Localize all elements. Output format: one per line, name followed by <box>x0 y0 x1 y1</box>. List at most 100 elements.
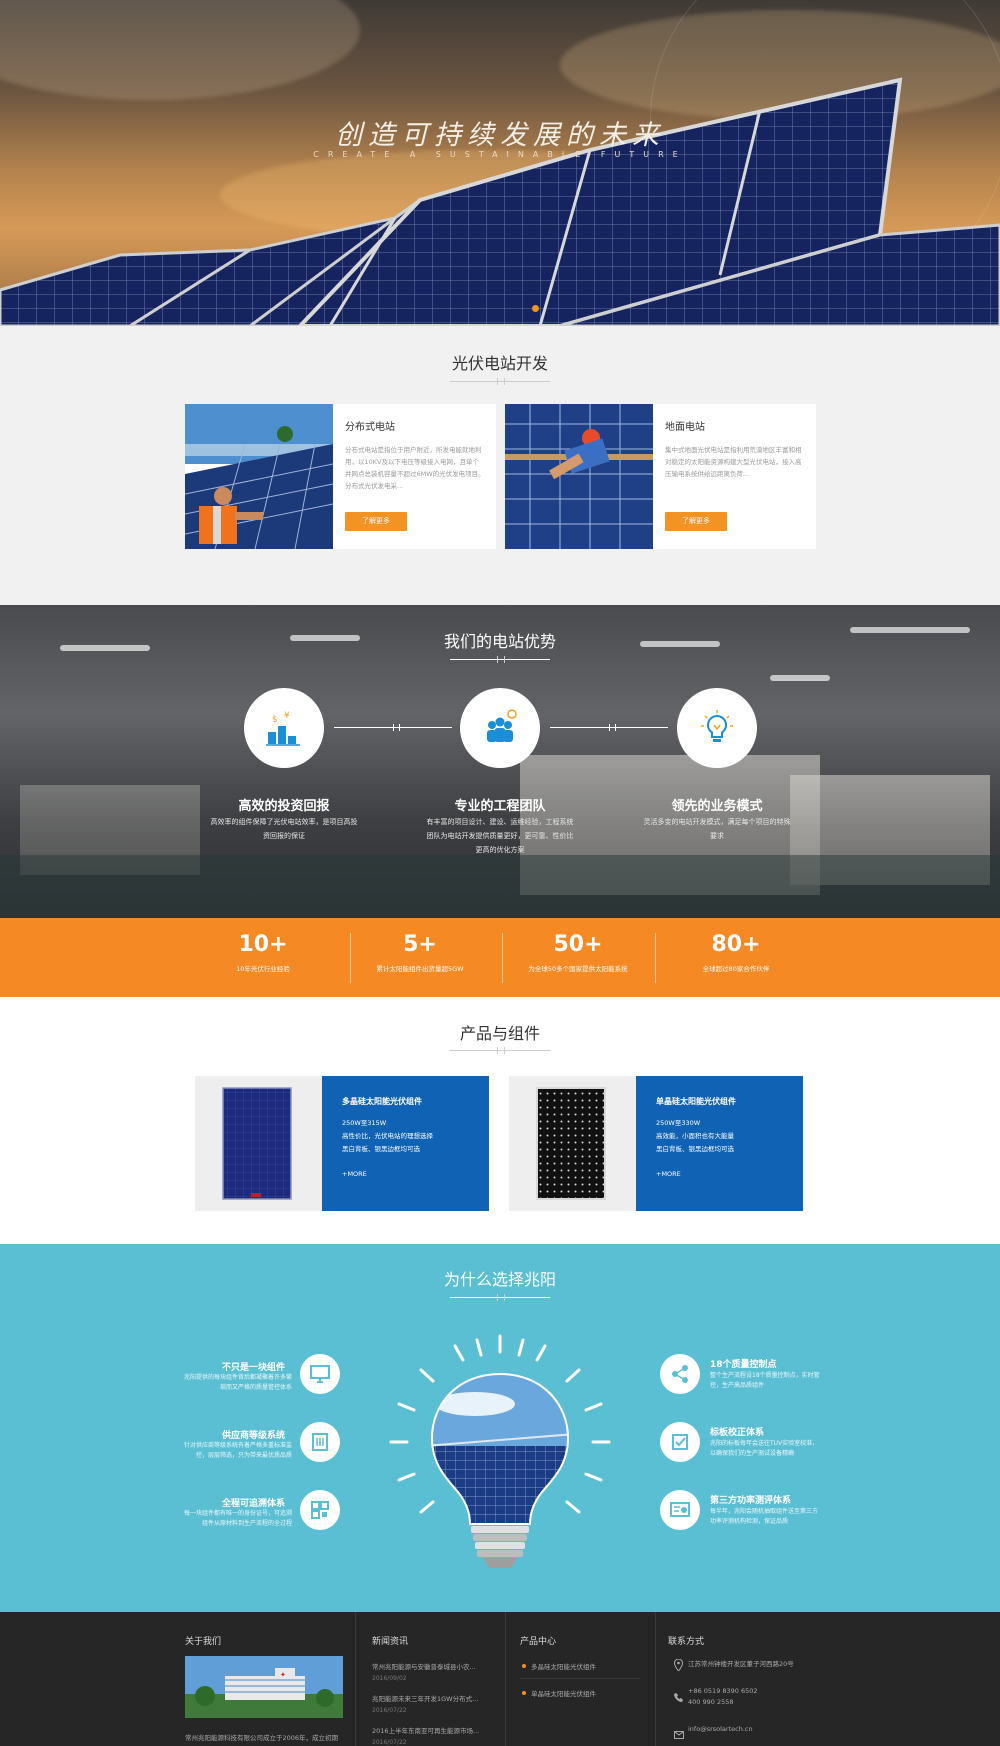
section-title: 产品与组件 <box>459 1024 540 1043</box>
stats-bar: 10+ 10年光伏行业经验 5+ 累计太阳能组件出货量超5GW 50+ 为全球5… <box>0 918 1000 997</box>
investment-return-icon: $ ¥ <box>244 688 324 768</box>
why-item-desc: 兆阳提供的每块组件背后都凝聚着许多繁琐而又严格的质量管控体系 <box>183 1374 292 1391</box>
product-specs: 250W至315W 高性价比，光伏电站的理想选择 黑白背板、银黑边框均可选 <box>342 1117 433 1156</box>
advantage-desc: 灵活多变的电站开发模式，满足每个项目的特殊要求 <box>643 818 791 840</box>
products-section: 产品与组件 多晶硅太阳能光伏组件 250W至315W 高性价比，光伏电站的理想选… <box>0 997 1000 1244</box>
stat-label: 全球超过80家合作伙伴 <box>702 965 770 973</box>
contact-address: 江苏常州钟楼开发区董子河西路20号 <box>688 1660 794 1668</box>
footer-product-link[interactable]: 单晶硅太阳能光伏组件 <box>522 1688 596 1698</box>
carousel-indicator[interactable] <box>532 305 539 312</box>
section-title: 为什么选择兆阳 <box>443 1270 556 1289</box>
learn-more-button[interactable]: 了解更多 <box>665 512 727 531</box>
product-card-mono[interactable]: 单晶硅太阳能光伏组件 250W至330W 高效能，小面积也有大能量 黑白背板、银… <box>509 1076 803 1211</box>
learn-more-button[interactable]: 了解更多 <box>345 512 407 531</box>
stat-number: 80+ <box>711 932 761 957</box>
advantage-title: 高效的投资回报 <box>238 799 330 814</box>
section-divider <box>450 1047 550 1054</box>
footer-products-title: 产品中心 <box>520 1637 557 1647</box>
phone-icon <box>674 1687 684 1702</box>
stat-number: 5+ <box>403 932 437 957</box>
product-spec: 250W至330W <box>656 1119 701 1127</box>
why-item-desc: 整个生产流程设18个质量控制点，实时管控，生产高品质组件 <box>710 1372 820 1389</box>
hero-banner: 创造可持续发展的未来 CREATE A SUSTAINABLE FUTURE <box>0 0 1000 326</box>
pv-card-desc: 分布式电站是指位于用户附近，所发电能就地利用，以10KV及以下电压等级接入电网，… <box>345 446 485 490</box>
section-divider <box>450 378 550 385</box>
more-link[interactable]: +MORE <box>342 1170 367 1178</box>
more-link[interactable]: +MORE <box>656 1170 681 1178</box>
why-item-title: 不只是一块组件 <box>222 1363 286 1373</box>
product-info: 多晶硅太阳能光伏组件 250W至315W 高性价比，光伏电站的理想选择 黑白背板… <box>322 1076 489 1211</box>
footer-divider <box>520 1678 640 1679</box>
why-item-desc: 兆阳的标板每年会送往TUV实验室校准，以确保我们的生产测试设备精确 <box>710 1440 819 1457</box>
certificate-icon <box>660 1490 700 1530</box>
footer-product-link[interactable]: 多晶硅太阳能光伏组件 <box>522 1661 596 1671</box>
ceiling-light <box>770 675 830 681</box>
news-link[interactable]: 常州兆阳能源与安徽普泰城县小农... <box>372 1661 476 1671</box>
solar-panels-illustration <box>0 77 1000 326</box>
mono-module-image <box>509 1076 636 1211</box>
news-date: 2016/07/22 <box>372 1739 407 1746</box>
why-item-title: 全程可追溯体系 <box>222 1499 286 1509</box>
footer-about-text: 常州兆阳能源科技有限公司成立于2006年，成立初期 <box>185 1734 339 1742</box>
pv-card-desc: 集中式地面光伏电站是指利用荒漠地区丰富和相对稳定的太阳能资源构建大型光伏电站，接… <box>665 446 802 478</box>
advantage-desc: 高效率的组件保障了光伏电站效率，是项目高投资回报的保证 <box>210 818 358 840</box>
product-info: 单晶硅太阳能光伏组件 250W至330W 高效能，小面积也有大能量 黑白背板、银… <box>636 1076 803 1211</box>
footer-contact-title: 联系方式 <box>668 1637 705 1647</box>
location-icon <box>673 1656 684 1672</box>
product-spec: 黑白背板、银黑边框均可选 <box>656 1145 734 1153</box>
why-item-title: 供应商等级系统 <box>222 1431 286 1441</box>
why-item-title: 18个质量控制点 <box>710 1360 777 1370</box>
pv-card-title: 地面电站 <box>665 422 705 433</box>
why-item-desc: 每一块组件都有唯一的身份证号，可追溯组件从原材料到生产流程的全过程 <box>183 1510 292 1527</box>
news-date: 2016/09/02 <box>372 1675 407 1682</box>
section-divider <box>450 1294 550 1301</box>
contact-phone: 400 990 2558 <box>688 1698 734 1706</box>
footer-divider <box>355 1612 356 1746</box>
news-date: 2016/07/22 <box>372 1707 407 1714</box>
ground-plant-image <box>505 404 653 549</box>
stat-number: 50+ <box>553 932 603 957</box>
why-choose-section: 为什么选择兆阳 不只是一块组件 兆阳提供的每块组件背后都凝聚着许多繁琐而又严格的… <box>0 1244 1000 1612</box>
advantage-connector <box>334 724 452 731</box>
product-spec: 高性价比，光伏电站的理想选择 <box>342 1132 433 1140</box>
section-divider <box>450 656 550 663</box>
advantage-title: 专业的工程团队 <box>454 799 546 814</box>
advantage-connector <box>550 724 668 731</box>
footer: 关于我们 ✦ 常州兆阳能源科技有限公司成立于2006年，成立初期 新闻资讯 常州… <box>0 1612 1000 1746</box>
qrcode-icon <box>300 1490 340 1530</box>
section-title: 光伏电站开发 <box>451 354 548 373</box>
why-item-desc: 每半年，兆阳会随机抽取组件送至第三方功率评测机构检测，保证品质 <box>710 1508 819 1525</box>
advantages-section: 我们的电站优势 $ ¥ 高效的投资回报 高效率的组件保障了光伏电站效率，是项目高… <box>0 605 1000 918</box>
factory-floor <box>0 855 1000 918</box>
stat-label: 10年光伏行业经验 <box>236 965 290 973</box>
pv-card-distributed[interactable]: 分布式电站 分布式电站是指位于用户附近，所发电能就地利用，以10KV及以下电压等… <box>185 404 496 549</box>
business-model-icon <box>677 688 757 768</box>
svg-text:$: $ <box>272 715 278 725</box>
section-title: 我们的电站优势 <box>443 632 556 651</box>
why-item-desc: 针对供应商等级系统有着严格多重标准监控，层层筛选，只为带来最优质品质 <box>183 1442 292 1459</box>
product-specs: 250W至330W 高效能，小面积也有大能量 黑白背板、银黑边框均可选 <box>656 1117 734 1156</box>
pv-development-section: 光伏电站开发 分布式电站 分布式电站是指位于用户附近，所发电能就地利用，以10K… <box>0 326 1000 605</box>
contact-email[interactable]: info@srsolartech.cn <box>688 1725 753 1733</box>
poly-module-image <box>195 1076 322 1211</box>
distributed-plant-image <box>185 404 333 549</box>
product-spec: 250W至315W <box>342 1119 387 1127</box>
news-link[interactable]: 2016上半年东南亚可再生能源市场... <box>372 1725 479 1735</box>
checklist-icon <box>660 1422 700 1462</box>
company-building-image: ✦ <box>185 1656 343 1718</box>
lightbulb-illustration <box>389 1334 611 1568</box>
hero-subtitle: CREATE A SUSTAINABLE FUTURE <box>313 150 687 159</box>
footer-divider <box>655 1612 656 1746</box>
advantage-desc: 有丰富的项目设计、建设、运维经验，工程系统团队为电站开发提供质量更好，更可靠、性… <box>426 818 574 854</box>
pv-card-ground[interactable]: 地面电站 集中式地面光伏电站是指利用荒漠地区丰富和相对稳定的太阳能资源构建大型光… <box>505 404 816 549</box>
news-link[interactable]: 兆阳能源未来三年开发1GW分布式... <box>372 1693 478 1703</box>
product-card-poly[interactable]: 多晶硅太阳能光伏组件 250W至315W 高性价比，光伏电站的理想选择 黑白背板… <box>195 1076 489 1211</box>
stat-number: 10+ <box>238 932 288 957</box>
product-spec: 高效能，小面积也有大能量 <box>656 1132 734 1140</box>
product-name: 多晶硅太阳能光伏组件 <box>342 1097 422 1106</box>
advantage-title: 领先的业务模式 <box>671 799 763 814</box>
svg-text:✦: ✦ <box>280 1671 286 1679</box>
hero-title: 创造可持续发展的未来 <box>335 120 665 151</box>
why-item-title: 标板校正体系 <box>710 1428 765 1438</box>
why-item-title: 第三方功率测评体系 <box>710 1496 792 1506</box>
